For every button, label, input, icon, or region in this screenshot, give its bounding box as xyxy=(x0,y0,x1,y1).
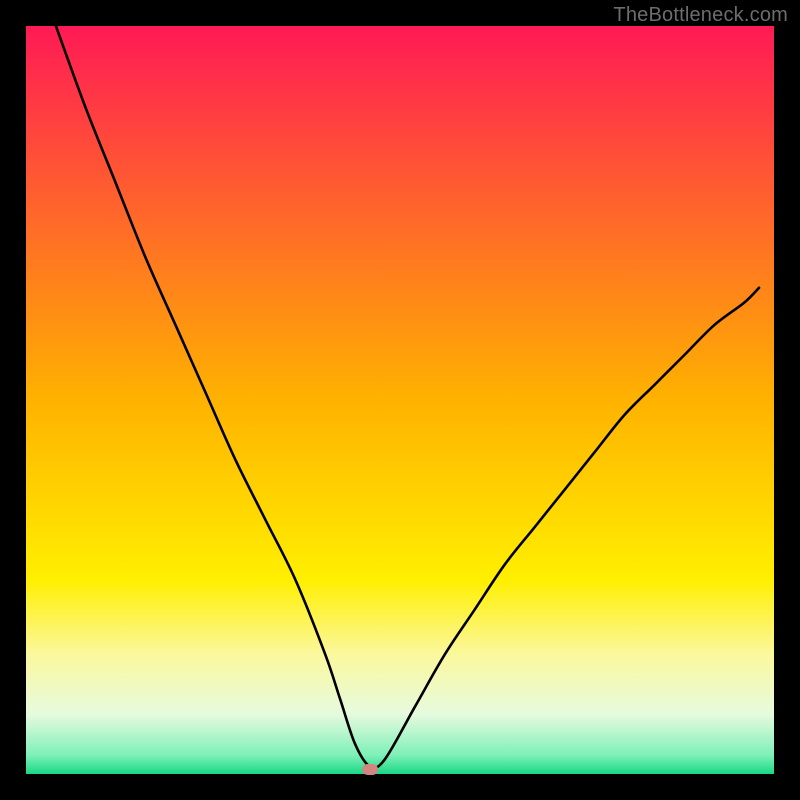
watermark-text: TheBottleneck.com xyxy=(613,4,788,27)
bottleneck-chart xyxy=(0,0,800,800)
plot-background xyxy=(26,26,774,774)
optimal-marker xyxy=(362,764,378,775)
chart-container: TheBottleneck.com xyxy=(0,0,800,800)
